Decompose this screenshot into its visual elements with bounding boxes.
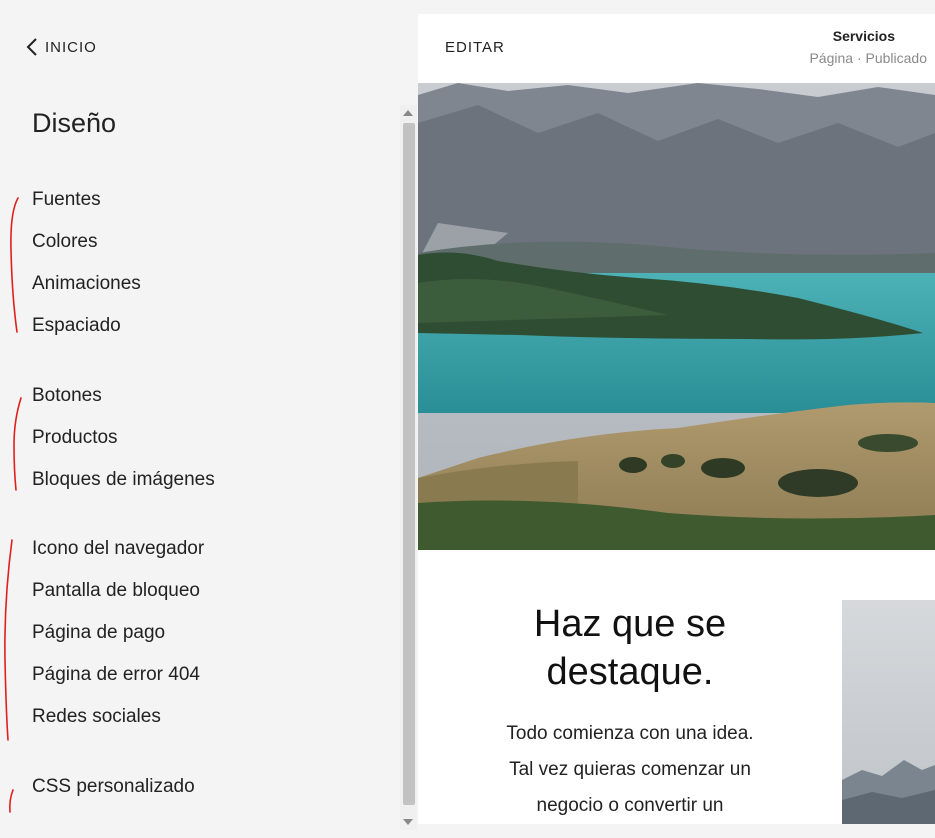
menu-item-checkout-page[interactable]: Página de pago [32,622,165,644]
back-label: INICIO [45,38,97,56]
menu-item-buttons[interactable]: Botones [32,385,102,407]
page-name: Servicios [832,28,895,44]
menu-item-browser-icon[interactable]: Icono del navegador [32,538,204,560]
preview-header: EDITAR Servicios Página · Publicado [418,14,935,83]
menu-item-custom-css[interactable]: CSS personalizado [32,776,195,798]
side-mountain-image [842,600,935,824]
page-status: Página · Publicado [809,50,927,66]
body-copy: Todo comienza con una idea. Tal vez quie… [458,716,802,824]
site-preview: EDITAR Servicios Página · Publicado Haz … [418,14,935,824]
chevron-left-icon [26,38,37,56]
back-to-home-button[interactable]: INICIO [25,37,97,57]
body-line-1: Todo comienza con una idea. [506,723,754,744]
body-line-3: negocio o convertir un [536,795,724,816]
hero-headline: Haz que se destaque. [418,600,842,696]
menu-item-products[interactable]: Productos [32,427,118,449]
panel-scrollbar[interactable] [400,105,417,830]
scroll-thumb[interactable] [403,123,415,805]
scroll-down-arrow-icon[interactable] [403,819,413,825]
panel-title: Diseño [32,108,117,138]
menu-item-spacing[interactable]: Espaciado [32,315,121,337]
headline-line-1: Haz que se [533,603,727,645]
menu-item-social-networks[interactable]: Redes sociales [32,706,161,728]
headline-line-2: destaque. [546,651,714,693]
hero-landscape-image [418,83,935,550]
menu-item-fonts[interactable]: Fuentes [32,189,101,211]
design-panel: INICIO Diseño Fuentes Colores Animacione… [0,0,400,838]
menu-item-lock-screen[interactable]: Pantalla de bloqueo [32,580,200,602]
menu-item-animations[interactable]: Animaciones [32,273,141,295]
menu-item-colors[interactable]: Colores [32,231,97,253]
edit-button[interactable]: EDITAR [445,39,505,56]
body-line-2: Tal vez quieras comenzar un [509,759,751,780]
scroll-up-arrow-icon[interactable] [403,110,413,116]
menu-item-image-blocks[interactable]: Bloques de imágenes [32,469,215,491]
menu-item-404-page[interactable]: Página de error 404 [32,664,200,686]
